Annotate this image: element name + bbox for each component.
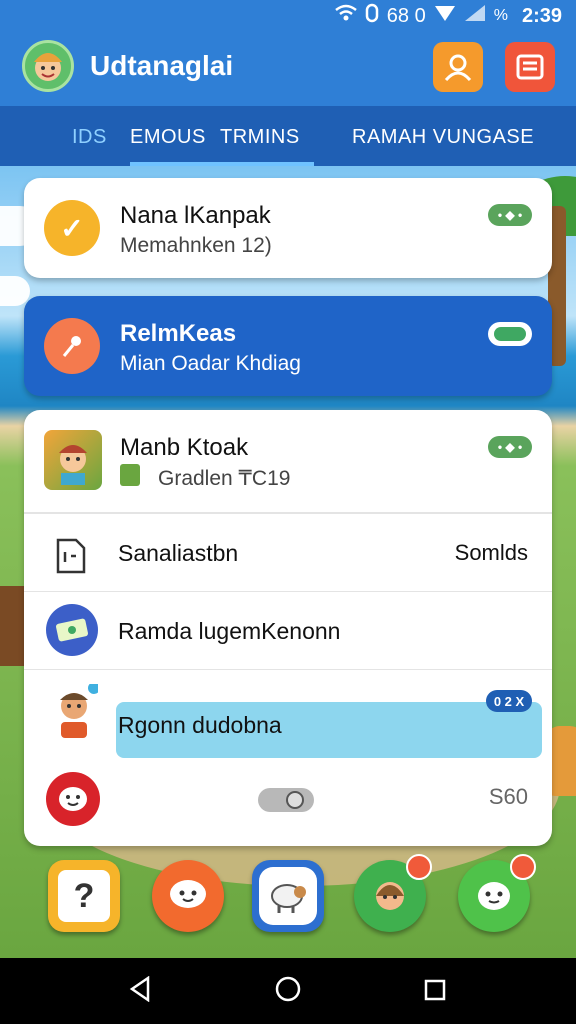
home-button[interactable] xyxy=(275,976,301,1009)
notification-badge xyxy=(510,854,536,880)
clock-time: 2:39 xyxy=(521,4,562,27)
sheep-icon xyxy=(259,867,317,925)
card-subtitle: Memahnken 12) xyxy=(120,234,272,257)
dock-app-messenger[interactable] xyxy=(152,860,224,932)
ticket-icon xyxy=(46,604,98,656)
dock-app-chat[interactable]: ? xyxy=(48,860,120,932)
home-icon xyxy=(275,976,301,1002)
speech-bubble-icon xyxy=(170,880,206,908)
list-item-label: Ramda lugemKenonn xyxy=(118,618,341,644)
count-badge: 0 2 X xyxy=(486,690,532,712)
back-icon xyxy=(129,975,150,1003)
question-icon: ? xyxy=(58,870,110,922)
dock-app-contact[interactable] xyxy=(354,854,432,932)
toggle-switch[interactable] xyxy=(488,322,532,346)
list-item-label: Rgonn dudobna xyxy=(118,712,282,738)
list-item-rgonn[interactable]: Rgonn dudobna 0 2 X xyxy=(24,670,552,758)
list-icon xyxy=(516,54,544,80)
dock-app-social[interactable] xyxy=(458,854,536,932)
app-title: Udtanaglai xyxy=(90,50,234,81)
tab-indicator xyxy=(130,162,314,166)
system-nav-bar xyxy=(0,958,576,1024)
app-dock: ? xyxy=(0,846,576,958)
character-avatar-icon xyxy=(44,430,102,490)
card-title: RelmKeas xyxy=(120,320,237,347)
network-text: 68 0 xyxy=(386,4,426,27)
user-icon xyxy=(444,54,472,82)
alarm-icon xyxy=(365,3,379,29)
status-bar: 68 0 % 2:39 xyxy=(0,0,576,30)
tab-bar: IDS EMOUS TRMINS RAMAH VUNGASE xyxy=(0,106,576,166)
list-item-value: S60 xyxy=(488,784,528,809)
tab-ramah-vungase[interactable]: RAMAH VUNGASE xyxy=(352,126,534,149)
person-icon xyxy=(50,682,100,738)
battery-icon xyxy=(464,4,486,28)
menu-button[interactable] xyxy=(505,42,555,92)
ghost-icon xyxy=(478,882,510,910)
tab-trmins[interactable]: TRMINS xyxy=(220,126,300,149)
list-item-label: Sanaliastbn xyxy=(118,540,239,566)
face-icon xyxy=(46,772,100,826)
notification-badge xyxy=(406,854,432,880)
user-button[interactable] xyxy=(433,42,483,92)
card-title: Nana lKanpak xyxy=(120,202,271,229)
cartoon-avatar-icon[interactable] xyxy=(22,40,74,92)
document-icon xyxy=(54,538,88,579)
signal-icon xyxy=(434,4,456,28)
list-item-ramda[interactable]: Ramda lugemKenonn xyxy=(24,592,552,670)
back-button[interactable] xyxy=(128,975,152,1009)
card-nana-lkanpak[interactable]: ✓ Nana lKanpak Memahnken 12) • ◆ • xyxy=(24,178,552,278)
list-item-s60[interactable]: S60 xyxy=(24,758,552,836)
tab-ids[interactable]: IDS xyxy=(72,126,107,149)
toggle-switch[interactable] xyxy=(258,788,314,812)
check-icon: ✓ xyxy=(44,200,100,256)
list-item-sanaliastbn[interactable]: Sanaliastbn Somlds xyxy=(24,514,552,592)
card-manb-ktoak: Manb Ktoak Gradlen ₸C19 • ◆ • Sanaliastb… xyxy=(24,410,552,846)
card-relmkeas[interactable]: RelmKeas Mian Oadar Khdiag xyxy=(24,296,552,396)
list-item-value: Somlds xyxy=(454,540,528,565)
dock-app-sheep[interactable] xyxy=(252,860,324,932)
card-subtitle: Gradlen ₸C19 xyxy=(158,467,291,490)
wifi-icon xyxy=(335,4,357,28)
card-subtitle: Mian Oadar Khdiag xyxy=(120,352,301,375)
status-badge: • ◆ • xyxy=(488,436,532,458)
tab-emous[interactable]: EMOUS xyxy=(130,126,206,149)
pin-icon xyxy=(44,318,100,374)
app-bar: Udtanaglai xyxy=(0,30,576,106)
battery-percent: % xyxy=(493,7,508,24)
recents-button[interactable] xyxy=(424,976,446,1008)
girl-avatar-icon xyxy=(376,882,404,910)
grass-icon xyxy=(120,464,140,486)
card-title: Manb Ktoak xyxy=(120,434,249,461)
recents-icon xyxy=(424,979,446,1001)
status-badge: • ◆ • xyxy=(488,204,532,226)
